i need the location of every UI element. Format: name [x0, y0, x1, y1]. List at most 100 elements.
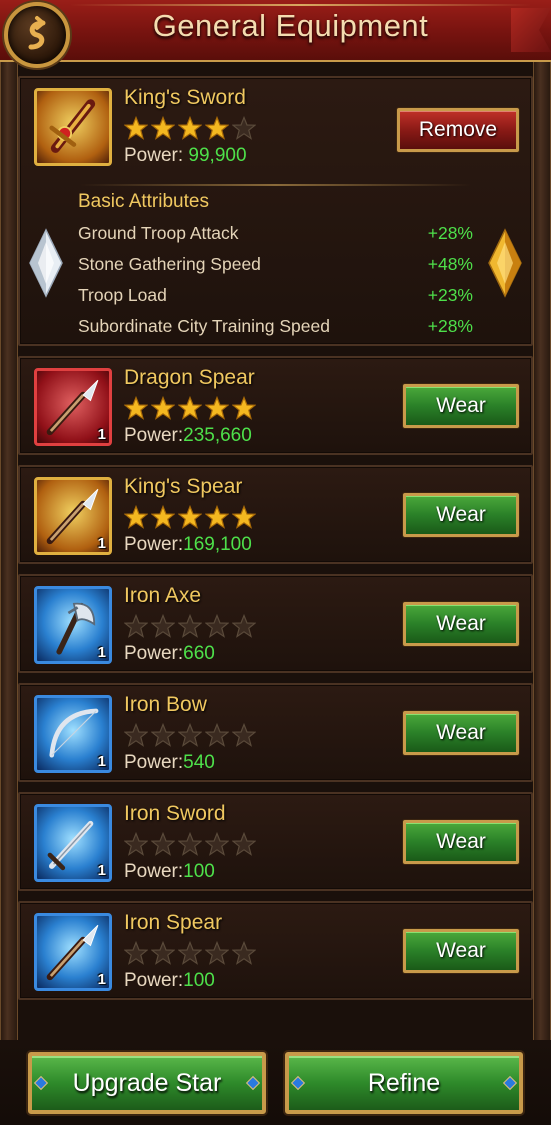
equipped-star-rating: [123, 115, 257, 145]
header-ribbon: [511, 8, 551, 52]
star-empty-icon: [123, 722, 149, 752]
wear-button[interactable]: Wear: [403, 820, 519, 864]
star-empty-icon: [231, 115, 257, 145]
attribute-value: +48%: [427, 254, 473, 274]
item-name: King's Spear: [124, 475, 243, 498]
power-label: Power:: [124, 861, 184, 882]
star-filled-icon: [123, 504, 149, 534]
item-icon-frame[interactable]: 1: [34, 804, 112, 882]
refine-button[interactable]: Refine: [285, 1052, 523, 1114]
star-filled-icon: [177, 115, 203, 145]
star-empty-icon: [231, 613, 257, 643]
item-icon-frame[interactable]: 1: [34, 913, 112, 991]
corner-gem-icon: [245, 1075, 261, 1091]
equipment-card: 1 King's Spear Power:169,100 Wear: [18, 465, 533, 564]
attribute-name: Stone Gathering Speed: [78, 254, 261, 274]
star-empty-icon: [177, 940, 203, 970]
equipment-list: King's Sword Power: 99,900 Remove Basic …: [18, 76, 533, 1010]
star-empty-icon: [231, 940, 257, 970]
attributes-title: Basic Attributes: [78, 191, 209, 212]
power-value: 660: [183, 643, 215, 664]
equipped-card: King's Sword Power: 99,900 Remove Basic …: [18, 76, 533, 346]
star-rating: [123, 722, 257, 752]
equipped-item-icon-frame[interactable]: [34, 88, 112, 166]
upgrade-star-label: Upgrade Star: [72, 1068, 222, 1097]
star-empty-icon: [150, 831, 176, 861]
power-value: 169,100: [183, 534, 252, 555]
item-power: Power:100: [124, 861, 215, 883]
star-filled-icon: [123, 115, 149, 145]
power-label: Power:: [124, 534, 184, 555]
corner-gem-icon: [33, 1075, 49, 1091]
star-filled-icon: [231, 395, 257, 425]
attribute-row: Ground Troop Attack +28%: [78, 223, 473, 254]
frame-left: [0, 50, 18, 1125]
attribute-name: Subordinate City Training Speed: [78, 316, 330, 336]
item-quantity: 1: [97, 753, 106, 770]
star-filled-icon: [150, 115, 176, 145]
attribute-value: +23%: [427, 285, 473, 305]
frame-right: [533, 50, 551, 1125]
wear-button[interactable]: Wear: [403, 929, 519, 973]
attribute-row: Stone Gathering Speed +48%: [78, 254, 473, 285]
item-name: Iron Spear: [124, 911, 223, 934]
attribute-row: Troop Load +23%: [78, 285, 473, 316]
star-empty-icon: [231, 831, 257, 861]
item-icon-frame[interactable]: 1: [34, 477, 112, 555]
sword-icon: [49, 99, 96, 153]
star-filled-icon: [204, 504, 230, 534]
wear-button[interactable]: Wear: [403, 384, 519, 428]
star-empty-icon: [177, 722, 203, 752]
item-quantity: 1: [97, 535, 106, 552]
wear-button[interactable]: Wear: [403, 493, 519, 537]
item-quantity: 1: [97, 862, 106, 879]
attribute-row: Subordinate City Training Speed +28%: [78, 316, 473, 347]
star-empty-icon: [150, 613, 176, 643]
item-quantity: 1: [97, 971, 106, 988]
item-power: Power:540: [124, 752, 215, 774]
remove-button[interactable]: Remove: [397, 108, 519, 152]
star-empty-icon: [123, 613, 149, 643]
item-quantity: 1: [97, 644, 106, 661]
item-quantity: 1: [97, 426, 106, 443]
item-icon-frame[interactable]: 1: [34, 586, 112, 664]
upgrade-star-button[interactable]: Upgrade Star: [28, 1052, 266, 1114]
item-icon-frame[interactable]: 1: [34, 368, 112, 446]
star-rating: [123, 831, 257, 861]
attribute-value: +28%: [427, 223, 473, 243]
star-rating: [123, 504, 257, 534]
power-value: 540: [183, 752, 215, 773]
item-power: Power:660: [124, 643, 215, 665]
star-empty-icon: [123, 940, 149, 970]
item-power: Power:100: [124, 970, 215, 992]
equipped-power: Power: 99,900: [124, 145, 247, 167]
refine-label: Refine: [367, 1068, 441, 1097]
back-arrow-icon: [28, 16, 46, 50]
wear-button[interactable]: Wear: [403, 602, 519, 646]
power-label: Power:: [124, 970, 184, 991]
star-filled-icon: [123, 395, 149, 425]
back-button[interactable]: [4, 2, 70, 68]
star-filled-icon: [150, 395, 176, 425]
item-power: Power:235,660: [124, 425, 252, 447]
silver-gem-icon: [29, 228, 63, 298]
equipment-card: 1 Iron Spear Power:100 Wear: [18, 901, 533, 1000]
corner-gem-icon: [502, 1075, 518, 1091]
star-empty-icon: [150, 940, 176, 970]
power-value: 100: [183, 861, 215, 882]
star-filled-icon: [204, 395, 230, 425]
wear-button[interactable]: Wear: [403, 711, 519, 755]
equipment-card: 1 Iron Bow Power:540 Wear: [18, 683, 533, 782]
star-rating: [123, 395, 257, 425]
divider: [80, 184, 471, 186]
power-label: Power:: [124, 145, 184, 166]
item-icon-frame[interactable]: 1: [34, 695, 112, 773]
star-empty-icon: [123, 831, 149, 861]
star-empty-icon: [204, 722, 230, 752]
star-empty-icon: [231, 722, 257, 752]
page-title: General Equipment: [152, 8, 429, 43]
power-label: Power:: [124, 643, 184, 664]
star-rating: [123, 613, 257, 643]
gold-gem-icon: [488, 228, 522, 298]
equipped-item-name: King's Sword: [124, 86, 246, 109]
